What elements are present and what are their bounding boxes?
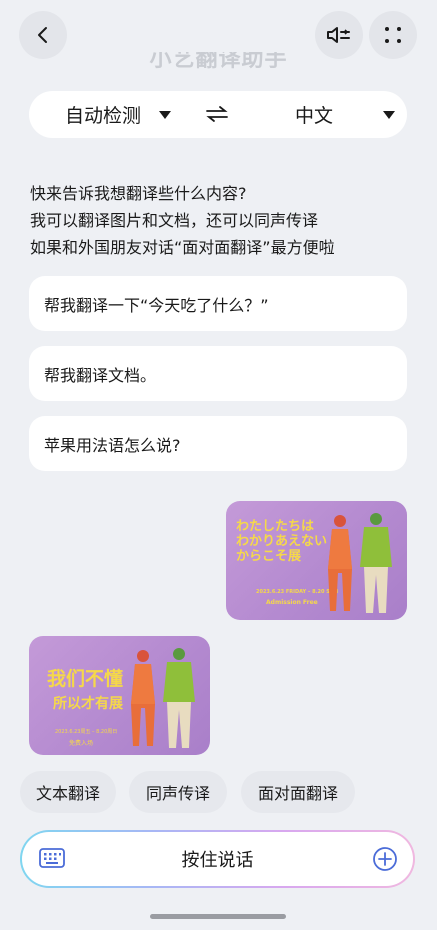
chip-text-translate[interactable]: 文本翻译 — [20, 771, 116, 813]
hold-to-talk-label[interactable]: 按住说话 — [22, 846, 413, 872]
language-bar: 自动检测 中文 — [29, 91, 407, 138]
chip-simultaneous-interpretation[interactable]: 同声传译 — [129, 771, 227, 813]
suggestion-label: 帮我翻译文档。 — [44, 365, 157, 385]
chevron-down-icon — [383, 110, 396, 119]
intro-message: 快来告诉我想翻译些什么内容? 我可以翻译图片和文档，还可以同声传译 如果和外国朋… — [30, 180, 410, 261]
poster-figures — [131, 648, 195, 748]
chevron-down-icon — [159, 110, 172, 119]
translated-image[interactable]: 我们不懂 所以才有展 2023.6.23周五 – 8.20周日 免费入场 — [29, 636, 210, 755]
suggestion-bubble[interactable]: 帮我翻译一下“今天吃了什么？” — [29, 276, 407, 331]
target-language-select[interactable]: 中文 — [295, 101, 396, 128]
source-language-select[interactable]: 自动检测 — [65, 101, 172, 128]
plus-circle-icon[interactable] — [372, 846, 398, 876]
suggestion-bubble[interactable]: 帮我翻译文档。 — [29, 346, 407, 401]
poster-title-line: わたしたちは — [236, 519, 315, 534]
chip-label: 同声传译 — [145, 784, 210, 803]
poster-title-line: からこそ展 — [236, 549, 302, 564]
swap-arrows-icon[interactable] — [205, 105, 229, 127]
scan-frame-icon — [385, 27, 401, 43]
poster-date: 2023.6.23周五 – 8.20周日 — [55, 729, 118, 735]
poster-title: わたしたちは わかりあえない からこそ展 — [236, 519, 327, 564]
suggestion-bubble[interactable]: 苹果用法语怎么说? — [29, 416, 407, 471]
home-indicator[interactable] — [150, 914, 286, 919]
suggestion-label: 帮我翻译一下“今天吃了什么？” — [44, 295, 269, 315]
poster-title-line: わかりあえない — [236, 534, 328, 549]
intro-line: 如果和外国朋友对话“面对面翻译”最方便啦 — [30, 238, 335, 257]
source-language-label: 自动检测 — [65, 105, 142, 127]
chip-label: 文本翻译 — [35, 784, 100, 803]
intro-line: 我可以翻译图片和文档，还可以同声传译 — [30, 211, 319, 230]
chip-face-to-face[interactable]: 面对面翻译 — [241, 771, 355, 813]
speaker-mute-icon — [327, 27, 350, 43]
poster-admission: Admission Free — [266, 599, 318, 606]
poster-figures — [328, 513, 392, 613]
target-language-label: 中文 — [295, 105, 334, 127]
sent-image[interactable]: わたしたちは わかりあえない からこそ展 2023.6.23 FRIDAY – … — [226, 501, 407, 620]
poster-title-line: 所以才有展 — [53, 696, 123, 712]
suggestion-label: 苹果用法语怎么说? — [44, 435, 181, 455]
scan-button[interactable] — [369, 11, 417, 59]
chip-label: 面对面翻译 — [257, 784, 338, 803]
intro-line: 快来告诉我想翻译些什么内容? — [30, 184, 247, 203]
poster-admission: 免费入场 — [69, 740, 94, 747]
audio-toggle-button[interactable] — [315, 11, 363, 59]
chevron-left-icon — [38, 27, 47, 43]
poster-title-line: 我们不懂 — [47, 668, 124, 690]
voice-input-bar[interactable]: 按住说话 — [20, 830, 415, 888]
page-title: 小艺翻译助手 — [149, 52, 288, 72]
